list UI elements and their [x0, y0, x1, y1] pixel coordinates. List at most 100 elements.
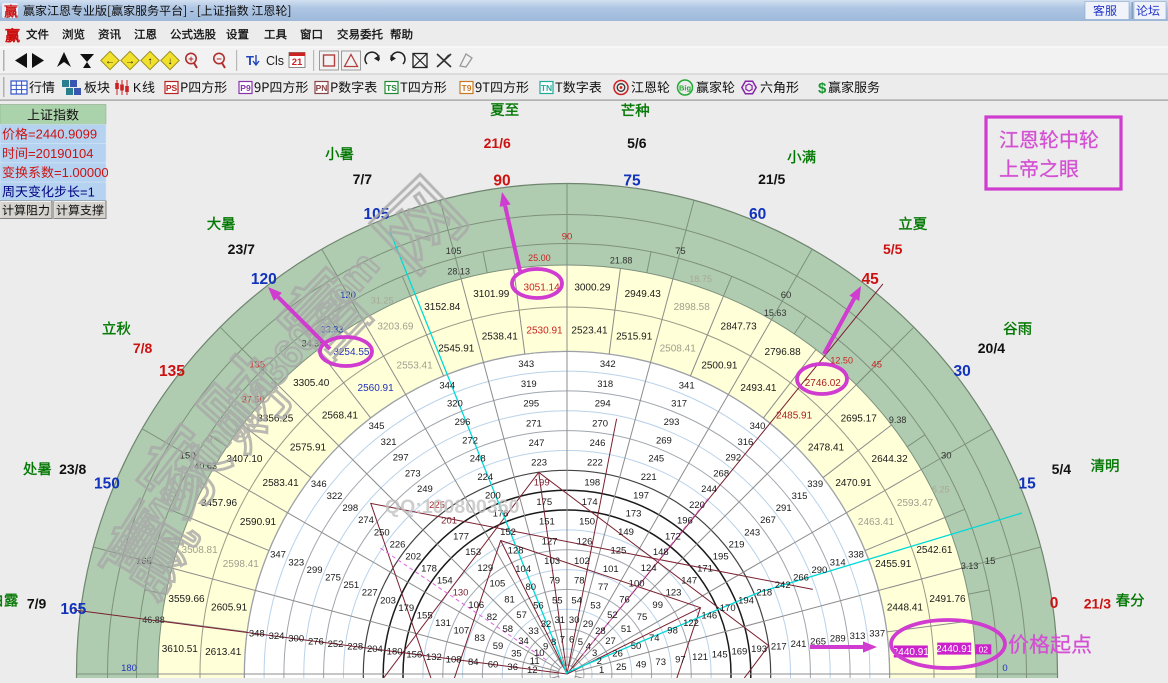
svg-text:→: → — [125, 56, 135, 67]
svg-text:270: 270 — [592, 418, 608, 429]
svg-text:2491.76: 2491.76 — [929, 594, 966, 605]
svg-text:3508.81: 3508.81 — [182, 545, 219, 556]
svg-text:275: 275 — [325, 573, 341, 584]
svg-text:318: 318 — [597, 379, 613, 390]
svg-text:101: 101 — [603, 564, 619, 575]
svg-text:316: 316 — [737, 437, 753, 448]
svg-text:317: 317 — [671, 399, 687, 410]
svg-text:148: 148 — [653, 547, 669, 558]
svg-text:244: 244 — [701, 484, 717, 495]
svg-text:149: 149 — [618, 527, 634, 538]
svg-text:27: 27 — [605, 636, 616, 647]
svg-text:50: 50 — [631, 641, 642, 652]
svg-text:0: 0 — [1050, 595, 1059, 612]
svg-text:128: 128 — [508, 545, 524, 556]
svg-text:2553.41: 2553.41 — [397, 361, 434, 372]
svg-text:2746.02: 2746.02 — [805, 378, 842, 389]
svg-text:3101.99: 3101.99 — [473, 289, 510, 300]
svg-text:276: 276 — [308, 636, 324, 647]
svg-text:3152.84: 3152.84 — [424, 302, 461, 313]
svg-text:124: 124 — [641, 563, 657, 574]
svg-text:25: 25 — [616, 662, 627, 673]
svg-text:28.13: 28.13 — [447, 267, 470, 277]
svg-text:296: 296 — [455, 417, 471, 428]
svg-text:268: 268 — [713, 468, 729, 479]
svg-text:21/6: 21/6 — [484, 135, 511, 151]
svg-text:153: 153 — [465, 547, 481, 558]
svg-text:2523.41: 2523.41 — [571, 326, 608, 337]
svg-text:193: 193 — [751, 644, 767, 655]
svg-text:↑: ↑ — [148, 56, 153, 67]
svg-text:18.75: 18.75 — [689, 274, 712, 284]
svg-text:5: 5 — [578, 637, 583, 648]
svg-text:TN: TN — [541, 83, 552, 93]
svg-text:104: 104 — [515, 564, 531, 575]
svg-text:315: 315 — [792, 491, 808, 502]
svg-text:125: 125 — [610, 545, 626, 556]
svg-text:2478.41: 2478.41 — [808, 442, 845, 453]
svg-text:123: 123 — [666, 588, 682, 599]
svg-text:55: 55 — [552, 595, 563, 606]
svg-text:154: 154 — [437, 576, 453, 587]
svg-text:297: 297 — [393, 453, 409, 464]
svg-text:=20190104: =20190104 — [28, 146, 93, 161]
svg-text:T9: T9 — [462, 83, 472, 93]
svg-text:347: 347 — [270, 550, 286, 561]
svg-text:3.13: 3.13 — [961, 561, 979, 571]
svg-text:314: 314 — [830, 557, 846, 568]
svg-text:107: 107 — [453, 626, 469, 637]
svg-text:180: 180 — [121, 663, 137, 674]
svg-text:220: 220 — [689, 500, 705, 511]
svg-text:292: 292 — [725, 453, 741, 464]
svg-text:131: 131 — [435, 618, 451, 629]
svg-text:273: 273 — [405, 468, 421, 479]
svg-text:25.00: 25.00 — [528, 253, 551, 263]
svg-text:7/9: 7/9 — [27, 596, 47, 612]
svg-text:344: 344 — [439, 380, 455, 391]
svg-text:15: 15 — [985, 556, 996, 567]
svg-text:337: 337 — [869, 629, 885, 640]
svg-text:73: 73 — [655, 657, 666, 668]
svg-text:60: 60 — [488, 660, 499, 671]
svg-text:7/7: 7/7 — [353, 171, 373, 187]
svg-text:152: 152 — [500, 527, 516, 538]
svg-text:313: 313 — [850, 631, 866, 642]
svg-text:2593.47: 2593.47 — [897, 498, 934, 509]
svg-text:K: K — [133, 81, 142, 95]
svg-text:243: 243 — [744, 527, 760, 538]
svg-text:79: 79 — [549, 576, 560, 587]
svg-text:21.88: 21.88 — [610, 256, 633, 266]
svg-text:217: 217 — [771, 642, 787, 653]
svg-text:2463.41: 2463.41 — [858, 517, 895, 528]
svg-text:127: 127 — [542, 536, 558, 547]
svg-text:26: 26 — [612, 648, 623, 659]
svg-text:290: 290 — [811, 565, 827, 576]
svg-text:57: 57 — [516, 610, 527, 621]
svg-text:178: 178 — [421, 564, 437, 575]
svg-text:2440.91: 2440.91 — [936, 644, 973, 655]
svg-text:45: 45 — [871, 360, 882, 371]
svg-text:59: 59 — [493, 641, 504, 652]
svg-text:266: 266 — [793, 573, 809, 584]
svg-text:126: 126 — [577, 536, 593, 547]
svg-text:197: 197 — [633, 490, 649, 501]
svg-text:98: 98 — [667, 626, 678, 637]
svg-text:224: 224 — [477, 472, 493, 483]
svg-text:74: 74 — [649, 633, 660, 644]
svg-text:0: 0 — [1002, 663, 1007, 674]
svg-text:339: 339 — [807, 479, 823, 490]
svg-text:321: 321 — [381, 437, 397, 448]
svg-text:251: 251 — [343, 580, 359, 591]
svg-text:2493.41: 2493.41 — [740, 383, 777, 394]
svg-text:4: 4 — [586, 642, 591, 653]
svg-text:29: 29 — [583, 619, 594, 630]
svg-text:21/3: 21/3 — [1084, 596, 1111, 612]
svg-text:QQ:100800360: QQ:100800360 — [385, 496, 520, 518]
svg-text:12: 12 — [527, 665, 538, 676]
svg-text:34: 34 — [518, 636, 529, 647]
svg-text:23/8: 23/8 — [59, 461, 86, 477]
svg-text:2568.41: 2568.41 — [322, 411, 359, 422]
svg-text:130: 130 — [453, 588, 469, 599]
svg-text:146: 146 — [701, 610, 717, 621]
svg-text:108: 108 — [446, 655, 462, 666]
